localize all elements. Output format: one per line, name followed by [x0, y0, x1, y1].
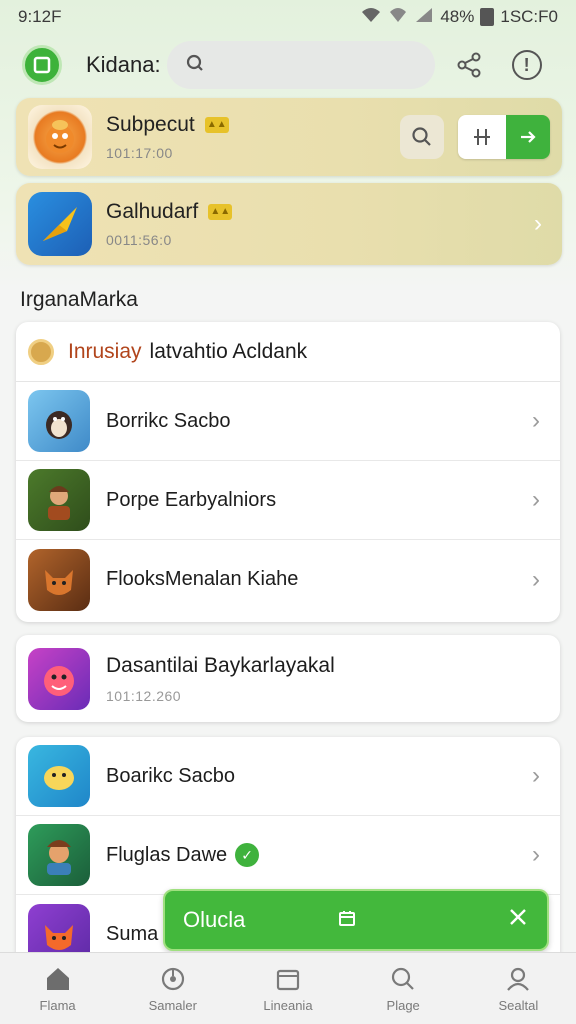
- chevron-right-icon: ›: [532, 486, 540, 513]
- header-title: Kidana:: [86, 52, 161, 77]
- game-list-card: Inrusiay latvahtio Acldank Borrikc Sacbo…: [16, 322, 560, 622]
- list-item[interactable]: Fluglas Dawe ✓ ›: [16, 816, 560, 895]
- grid-icon[interactable]: [458, 115, 506, 159]
- featured-subtitle: 0011:56:0: [106, 232, 172, 248]
- arrow-right-icon[interactable]: [506, 115, 550, 159]
- battery-icon: [480, 8, 495, 26]
- game-bird-icon: [28, 192, 92, 256]
- chevron-right-icon: ›: [532, 762, 540, 789]
- search-input[interactable]: [214, 55, 415, 75]
- nav-item-search[interactable]: Plage: [353, 964, 453, 1013]
- signal-wifi-icon: [388, 6, 408, 29]
- chevron-right-icon: ›: [532, 841, 540, 868]
- chevron-right-icon: ›: [532, 565, 540, 593]
- cell-signal-icon: [414, 6, 434, 29]
- chevron-right-icon: ›: [532, 407, 540, 434]
- close-icon[interactable]: [507, 906, 529, 934]
- status-clock: 1SC:F0: [500, 7, 558, 26]
- featured-card[interactable]: Subpecut ▲▲ 101:17:00: [16, 98, 562, 176]
- battery-percent: 48%: [440, 7, 475, 26]
- list-item[interactable]: FlooksMenalan Kiahe ›: [16, 540, 560, 619]
- game-pig-icon: [28, 647, 90, 710]
- game-warrior-icon: [28, 469, 90, 531]
- shield-icon: [28, 338, 54, 365]
- list-item-label: FlooksMenalan Kiahe: [106, 568, 299, 590]
- wheel-icon: [160, 964, 186, 994]
- section-title: IrganaMarka: [20, 288, 138, 311]
- list-item-label: Porpe Earbyalniors: [106, 488, 277, 511]
- nav-item-home[interactable]: Flama: [8, 964, 108, 1013]
- action-button-group: [458, 115, 550, 159]
- status-time: 9:12F: [18, 7, 62, 26]
- list-item-title: Dasantilai Baykarlayakal: [106, 653, 335, 677]
- nav-item-explore[interactable]: Samaler: [123, 964, 223, 1013]
- alert-icon[interactable]: !: [509, 47, 545, 83]
- featured-card[interactable]: Galhudarf ▲▲ 0011:56:0 ›: [16, 183, 562, 265]
- search-icon: [185, 53, 205, 78]
- game-list-card[interactable]: Dasantilai Baykarlayakal 101:12.260: [16, 635, 560, 722]
- game-character-icon: [28, 105, 92, 169]
- crown-badge-icon: ▲▲: [204, 117, 229, 133]
- list-item[interactable]: Porpe Earbyalniors ›: [16, 461, 560, 540]
- list-item[interactable]: Boarikc Sacbo ›: [16, 737, 560, 816]
- search-icon[interactable]: [400, 115, 444, 159]
- featured-subtitle: 101:17:00: [106, 145, 173, 161]
- nav-item-calendar[interactable]: Lineania: [238, 964, 338, 1013]
- action-snackbar[interactable]: Olucla: [163, 889, 549, 951]
- list-item-label: Borrikc Sacbo: [106, 409, 231, 432]
- game-penguin-icon: [28, 390, 90, 452]
- featured-title: Subpecut: [106, 113, 195, 136]
- home-icon: [44, 964, 72, 994]
- calendar-icon: [275, 964, 301, 994]
- status-bar: 9:12F 48% 1SC:F0: [0, 0, 576, 34]
- app-logo-icon[interactable]: [22, 45, 62, 85]
- game-villager-icon: [28, 824, 90, 886]
- list-item[interactable]: Borrikc Sacbo ›: [16, 382, 560, 461]
- nav-item-profile[interactable]: Sealtal: [468, 964, 568, 1013]
- chevron-right-icon[interactable]: ›: [534, 210, 542, 238]
- card-header-highlight: Inrusiay: [68, 339, 142, 363]
- featured-title: Galhudarf: [106, 200, 199, 223]
- search-bar[interactable]: [166, 41, 435, 89]
- list-item-label: Fluglas Dawe: [106, 843, 228, 866]
- crown-badge-icon: ▲▲: [208, 204, 233, 220]
- game-fox-icon: [28, 548, 90, 611]
- game-duck-icon: [28, 745, 90, 807]
- bottom-navigation: Flama Samaler Lineania Plage Sealtal: [0, 952, 576, 1024]
- app-header: Kidana: !: [0, 40, 576, 90]
- card-header-text: latvahtio Acldank: [149, 339, 308, 363]
- wifi-icon: [360, 6, 382, 29]
- card-header[interactable]: Inrusiay latvahtio Acldank: [16, 322, 560, 382]
- profile-icon: [505, 964, 531, 994]
- list-item-label: Boarikc Sacbo: [106, 764, 235, 787]
- snackbar-label: Olucla: [183, 907, 246, 932]
- verified-check-icon: ✓: [235, 843, 260, 867]
- list-item-subtitle: 101:12.260: [106, 687, 182, 704]
- search-icon: [390, 964, 416, 994]
- calendar-icon[interactable]: [337, 908, 357, 933]
- share-icon[interactable]: [451, 47, 487, 83]
